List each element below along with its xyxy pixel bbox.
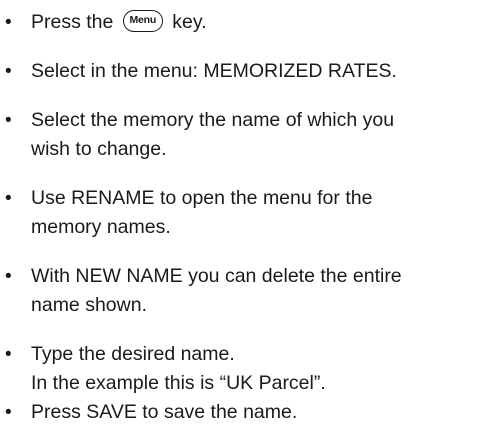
step-line: Select the memory the name of which you	[31, 109, 395, 131]
bullet: •	[5, 402, 12, 423]
menu-key-icon: Menu	[122, 10, 163, 33]
step-text: Use RENAME to open the menu for the memo…	[31, 184, 483, 242]
step-text: Press SAVE to save the name.	[31, 398, 483, 427]
step-line: Select in the menu: MEMORIZED RATES.	[31, 60, 397, 82]
step-line: name shown.	[31, 294, 147, 316]
step-text-before-key: Press the	[31, 11, 114, 33]
step-line: Use RENAME to open the menu for the	[31, 187, 373, 209]
step-line: Type the desired name.	[31, 343, 235, 365]
step-line: In the example this is “UK Parcel”.	[31, 372, 326, 394]
bullet: •	[5, 344, 12, 365]
step-line: wish to change.	[31, 138, 167, 160]
step-text: Press the Menu key.	[31, 8, 483, 37]
step-line: memory names.	[31, 216, 171, 238]
bullet: •	[5, 61, 12, 82]
step-text: Select the memory the name of which you …	[31, 106, 483, 164]
step-text: With NEW NAME you can delete the entire …	[31, 262, 483, 320]
bullet: •	[5, 266, 12, 287]
step-text: Type the desired name. In the example th…	[31, 340, 483, 398]
step-text-after-key: key.	[172, 11, 207, 33]
step-text: Select in the menu: MEMORIZED RATES.	[31, 57, 483, 86]
bullet: •	[5, 188, 12, 209]
bullet: •	[5, 110, 12, 131]
bullet: •	[5, 12, 12, 33]
step-line: With NEW NAME you can delete the entire	[31, 265, 402, 287]
step-line: Press SAVE to save the name.	[31, 401, 298, 423]
